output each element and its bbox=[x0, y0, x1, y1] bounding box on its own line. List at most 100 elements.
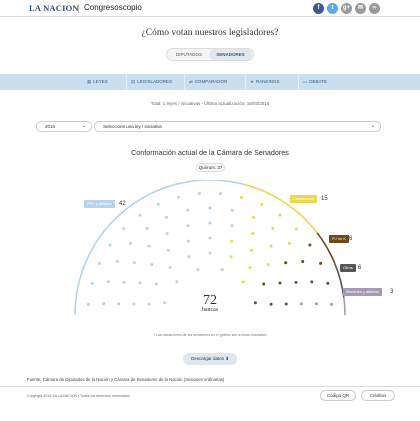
seat-dot[interactable] bbox=[278, 281, 282, 285]
nav-item-comparador[interactable]: ⇄ COMPARADOR bbox=[189, 74, 227, 90]
seat-dot[interactable] bbox=[294, 280, 298, 284]
qr-code-button[interactable]: Código QR bbox=[320, 390, 356, 401]
seat-dot[interactable] bbox=[145, 226, 149, 230]
law-select-value: Seleccione una ley / iniciativa bbox=[103, 124, 162, 129]
seat-dot[interactable] bbox=[240, 195, 244, 199]
credits-button[interactable]: Créditos bbox=[361, 390, 395, 401]
la-nacion-logo[interactable]: LA NACION bbox=[29, 3, 79, 13]
seat-dot[interactable] bbox=[147, 302, 151, 306]
seat-dot[interactable] bbox=[132, 302, 136, 306]
copyright: Copyright 2016 SA LA NACION | Todos los … bbox=[27, 394, 130, 398]
seat-dot[interactable] bbox=[230, 224, 234, 228]
seat-dot[interactable] bbox=[294, 227, 298, 231]
year-select[interactable]: 2016 ⌄ bbox=[36, 121, 92, 132]
gplus-icon[interactable]: g+ bbox=[341, 3, 352, 14]
email-icon[interactable]: ✉ bbox=[355, 3, 366, 14]
seat-dot[interactable] bbox=[220, 268, 224, 272]
seat-dot[interactable] bbox=[299, 302, 303, 306]
seat-dot[interactable] bbox=[150, 263, 154, 267]
bloc-label-fpv[interactable]: FPV y aliados bbox=[84, 200, 115, 208]
seat-dot[interactable] bbox=[154, 282, 158, 286]
seat-dot[interactable] bbox=[187, 255, 191, 259]
seat-dot[interactable] bbox=[260, 202, 264, 206]
seat-dot[interactable] bbox=[102, 302, 106, 306]
bloc-label-misiones[interactable]: Misiones y aliados bbox=[343, 288, 382, 296]
seat-dot[interactable] bbox=[330, 302, 333, 306]
seat-dot[interactable] bbox=[122, 227, 126, 231]
download-label: Descargar datos bbox=[190, 356, 224, 361]
seat-dot[interactable] bbox=[138, 281, 142, 285]
laws-icon: ▦ bbox=[87, 79, 92, 84]
seat-dot[interactable] bbox=[165, 232, 169, 235]
bloc-label-pj-no-k[interactable]: PJ no K bbox=[329, 235, 350, 243]
seat-dot[interactable] bbox=[166, 248, 170, 252]
seat-dot[interactable] bbox=[288, 241, 291, 245]
seat-dot[interactable] bbox=[208, 206, 212, 210]
nav-item-legisladores[interactable]: ▤ LEGISLADORES bbox=[131, 74, 172, 90]
seat-dot[interactable] bbox=[262, 282, 266, 286]
law-select[interactable]: Seleccione una ley / iniciativa ⌄ bbox=[94, 121, 381, 132]
nav-item-debate[interactable]: ▭ DEBATE bbox=[303, 74, 327, 90]
seat-dot[interactable] bbox=[219, 192, 223, 195]
seat-dot[interactable] bbox=[230, 239, 234, 243]
seat-dot[interactable] bbox=[97, 261, 101, 265]
seat-dot[interactable] bbox=[284, 302, 288, 306]
seat-dot[interactable] bbox=[147, 244, 151, 248]
seat-dot[interactable] bbox=[278, 213, 282, 217]
twitter-icon[interactable]: t bbox=[327, 3, 338, 14]
seat-dot[interactable] bbox=[271, 226, 275, 230]
seat-dot[interactable] bbox=[165, 215, 168, 219]
seat-dot[interactable] bbox=[269, 244, 273, 248]
seat-dot[interactable] bbox=[196, 268, 200, 272]
tab-senadores[interactable]: SENADORES bbox=[209, 49, 252, 60]
seat-dot[interactable] bbox=[269, 302, 273, 306]
seat-dot[interactable] bbox=[208, 251, 212, 255]
seat-dot[interactable] bbox=[241, 280, 245, 284]
seat-dot[interactable] bbox=[108, 243, 112, 247]
link-icon[interactable]: ∞ bbox=[369, 3, 380, 14]
seat-dot[interactable] bbox=[186, 239, 190, 243]
seat-dot[interactable] bbox=[230, 208, 234, 212]
seat-dot[interactable] bbox=[248, 266, 252, 269]
seat-dot[interactable] bbox=[90, 281, 94, 285]
seat-dot[interactable] bbox=[186, 224, 190, 228]
seat-dot[interactable] bbox=[308, 243, 312, 247]
chamber-toggle: DIPUTADOS SENADORES bbox=[166, 48, 254, 61]
seat-dot[interactable] bbox=[175, 280, 179, 284]
seat-dot[interactable] bbox=[252, 215, 255, 219]
seat-dot[interactable] bbox=[314, 302, 318, 306]
seat-dot[interactable] bbox=[117, 302, 121, 306]
bloc-label-cambiemos[interactable]: Cambiemos bbox=[290, 195, 318, 203]
seat-dot[interactable] bbox=[326, 281, 330, 285]
seat-dot[interactable] bbox=[138, 213, 142, 217]
seat-dot[interactable] bbox=[132, 261, 136, 265]
seat-dot[interactable] bbox=[186, 208, 190, 212]
seat-dot[interactable] bbox=[301, 260, 305, 263]
seat-dot[interactable] bbox=[266, 263, 270, 267]
seat-dot[interactable] bbox=[129, 241, 132, 245]
seat-dot[interactable] bbox=[208, 236, 212, 240]
nav-item-leyes[interactable]: ▦ LEYES bbox=[87, 74, 108, 90]
seat-dot[interactable] bbox=[87, 302, 90, 306]
seat-dot[interactable] bbox=[310, 280, 314, 284]
seat-dot[interactable] bbox=[319, 261, 323, 265]
seat-dot[interactable] bbox=[250, 248, 254, 252]
seat-dot[interactable] bbox=[115, 260, 119, 263]
facebook-icon[interactable]: f bbox=[313, 3, 324, 14]
seat-dot[interactable] bbox=[253, 301, 257, 305]
download-data-button[interactable]: Descargar datos ⬇ bbox=[183, 353, 237, 365]
seat-dot[interactable] bbox=[176, 195, 180, 199]
seat-dot[interactable] bbox=[229, 255, 233, 259]
seat-dot[interactable] bbox=[156, 202, 160, 206]
seat-dot[interactable] bbox=[251, 232, 255, 235]
seat-dot[interactable] bbox=[197, 192, 201, 195]
seat-dot[interactable] bbox=[106, 280, 110, 284]
seat-dot[interactable] bbox=[163, 301, 167, 305]
seat-dot[interactable] bbox=[168, 266, 172, 269]
seat-dot[interactable] bbox=[122, 280, 126, 284]
bloc-label-otros[interactable]: Otros bbox=[340, 264, 356, 272]
seat-dot[interactable] bbox=[284, 261, 288, 265]
tab-diputados[interactable]: DIPUTADOS bbox=[169, 49, 209, 60]
nav-item-rankings[interactable]: ★ RANKINGS bbox=[250, 74, 280, 90]
seat-dot[interactable] bbox=[208, 221, 212, 225]
